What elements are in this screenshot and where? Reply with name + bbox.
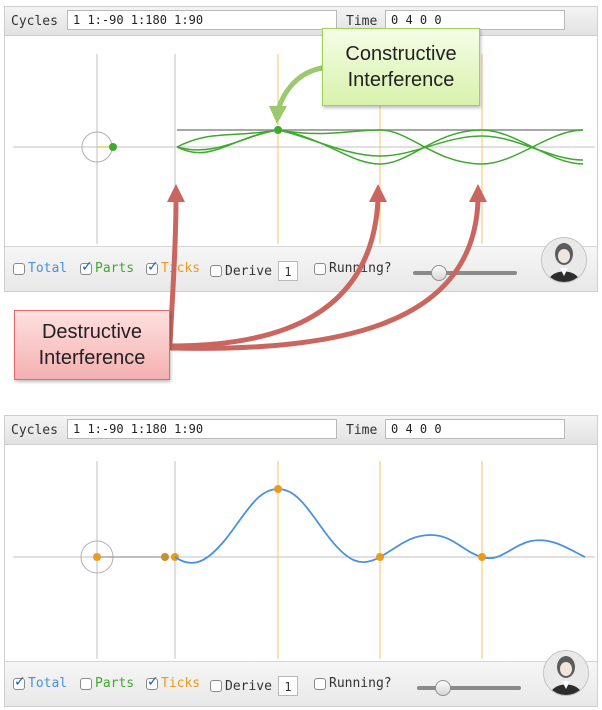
top-controls-bar: Total Parts Ticks Derive 1 Running? [5,246,597,291]
parts-checkbox[interactable]: Parts [80,676,134,691]
derive-checkbox-box[interactable] [210,265,222,277]
cycles-label: Cycles [11,14,58,29]
total-label: Total [28,261,68,276]
running-checkbox-box[interactable] [314,262,326,275]
top-header-bar: Cycles Time [5,7,597,36]
total-label: Total [28,676,68,691]
speed-slider[interactable] [413,265,517,281]
constructive-callout: Constructive Interference [322,28,480,106]
cycles-input[interactable] [67,419,337,439]
time-label: Time [346,14,378,29]
destructive-callout: Destructive Interference [14,310,170,380]
ticks-checkbox[interactable]: Ticks [146,674,201,691]
phasor-dot[interactable] [109,143,117,151]
bottom-controls-bar: Total Parts Ticks Derive 1 Running? [5,661,597,706]
ticks-checkbox-box[interactable] [146,674,159,690]
portrait-icon [543,650,589,696]
speed-slider-thumb[interactable] [435,680,451,696]
total-checkbox[interactable]: Total [13,674,68,691]
derive-label: Derive [225,678,272,694]
ticks-checkbox-box[interactable] [146,259,159,275]
cycles-input[interactable] [67,10,337,30]
cycles-label: Cycles [11,423,58,438]
time-input[interactable] [385,419,565,439]
running-checkbox[interactable]: Running? [314,261,392,276]
phasor-dot[interactable] [93,553,101,561]
tick-dot [376,553,384,561]
time-input[interactable] [385,10,565,30]
derive-order-input[interactable]: 1 [277,261,298,281]
parts-label: Parts [95,676,135,691]
total-checkbox-box[interactable] [13,674,26,690]
derive-order-input[interactable]: 1 [277,676,298,696]
sum-dot [161,553,169,561]
total-checkbox[interactable]: Total [13,261,67,276]
bottom-panel: Cycles Time Total Parts Ticks [4,415,598,707]
derive-checkbox[interactable]: Derive 1 [210,261,298,281]
parts-checkbox[interactable]: Parts [80,259,135,276]
running-checkbox-box[interactable] [314,677,326,690]
running-label: Running? [329,261,392,276]
derive-checkbox-box[interactable] [210,680,222,692]
running-checkbox[interactable]: Running? [314,676,392,691]
time-label: Time [346,423,378,438]
speed-slider[interactable] [417,680,521,696]
speed-slider-thumb[interactable] [431,265,447,281]
portrait-icon [541,237,587,283]
parts-label: Parts [95,261,135,276]
top-plot-canvas[interactable] [5,36,597,246]
total-checkbox-box[interactable] [13,262,25,275]
peak-dot [274,126,282,134]
top-panel: Cycles Time Total Parts Ticks [4,6,598,292]
tick-dot [478,553,486,561]
derive-checkbox[interactable]: Derive 1 [210,676,298,696]
ticks-checkbox[interactable]: Ticks [146,259,201,276]
ticks-label: Ticks [161,261,201,276]
parts-checkbox-box[interactable] [80,259,93,275]
bottom-header-bar: Cycles Time [5,416,597,445]
ticks-label: Ticks [161,676,201,691]
tick-dot [274,485,282,493]
running-label: Running? [329,676,392,691]
parts-checkbox-box[interactable] [80,677,92,690]
bottom-plot-canvas[interactable] [5,445,597,661]
derive-label: Derive [225,263,272,279]
